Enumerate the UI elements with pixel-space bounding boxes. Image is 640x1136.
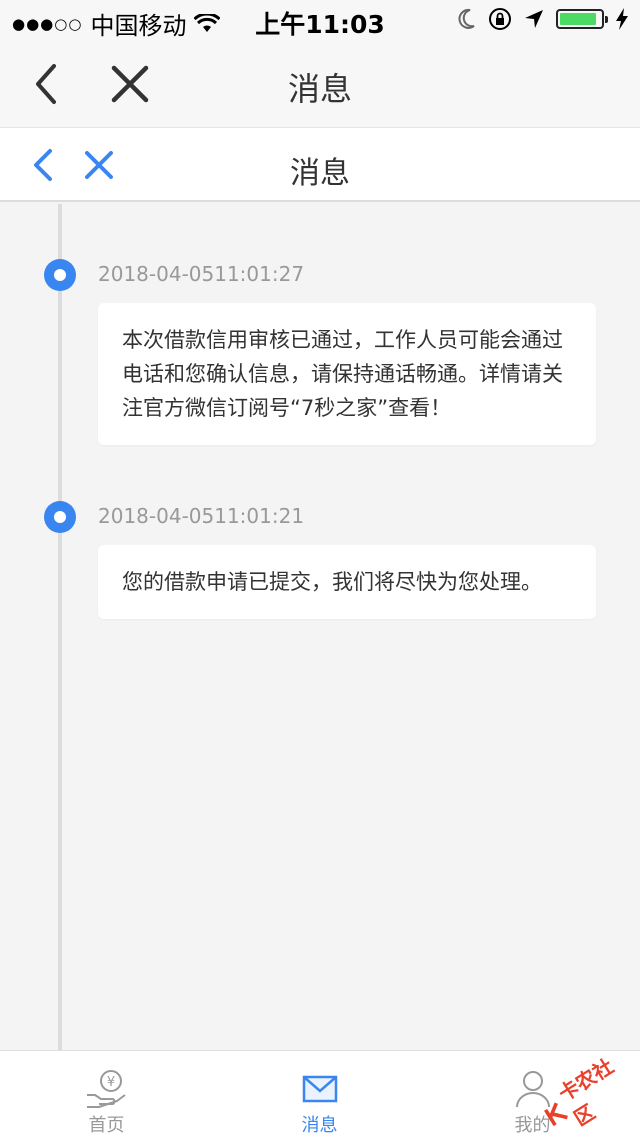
hand-coin-icon: ¥ bbox=[86, 1070, 126, 1108]
svg-text:¥: ¥ bbox=[106, 1075, 114, 1090]
message-text: 您的借款申请已提交，我们将尽快为您处理。 bbox=[122, 570, 542, 594]
timeline-line bbox=[58, 204, 62, 1050]
message-timestamp: 2018-04-0511:01:21 bbox=[98, 504, 305, 528]
tab-messages[interactable]: 消息 bbox=[213, 1051, 426, 1136]
orientation-lock-icon bbox=[489, 8, 511, 30]
tab-label: 首页 bbox=[88, 1115, 125, 1136]
inner-nav-title: 消息 bbox=[290, 156, 350, 191]
battery-icon bbox=[556, 9, 608, 29]
message-timeline[interactable]: 2018-04-0511:01:27 本次借款信用审核已通过，工作人员可能会通过… bbox=[0, 204, 640, 1050]
battery-fill bbox=[560, 13, 596, 25]
message-card[interactable]: 您的借款申请已提交，我们将尽快为您处理。 bbox=[98, 545, 596, 619]
outer-nav-title: 消息 bbox=[287, 70, 352, 108]
envelope-icon bbox=[302, 1075, 337, 1103]
message-timestamp: 2018-04-0511:01:27 bbox=[98, 262, 305, 286]
tab-label: 消息 bbox=[301, 1115, 338, 1136]
message-text: 本次借款信用审核已通过，工作人员可能会通过电话和您确认信息，请保持通话畅通。详情… bbox=[122, 328, 563, 420]
timeline-marker-icon bbox=[44, 501, 76, 533]
outer-nav-bar: 消息 bbox=[0, 40, 640, 128]
inner-nav-bar: 消息 bbox=[0, 128, 640, 202]
charging-bolt-icon bbox=[616, 8, 628, 30]
location-arrow-icon bbox=[525, 10, 543, 28]
message-card[interactable]: 本次借款信用审核已通过，工作人员可能会通过电话和您确认信息，请保持通话畅通。详情… bbox=[98, 303, 596, 445]
timeline-marker-dot bbox=[54, 269, 66, 281]
tab-bar: ¥ 首页 消息 我的 bbox=[0, 1050, 640, 1136]
status-right bbox=[456, 7, 628, 31]
moon-icon bbox=[458, 8, 475, 29]
timeline-marker-dot bbox=[54, 511, 66, 523]
tab-home[interactable]: ¥ 首页 bbox=[0, 1051, 213, 1136]
timeline-marker-icon bbox=[44, 259, 76, 291]
status-bar: ●●●○○ 中国移动 上午11:03 bbox=[0, 0, 640, 40]
